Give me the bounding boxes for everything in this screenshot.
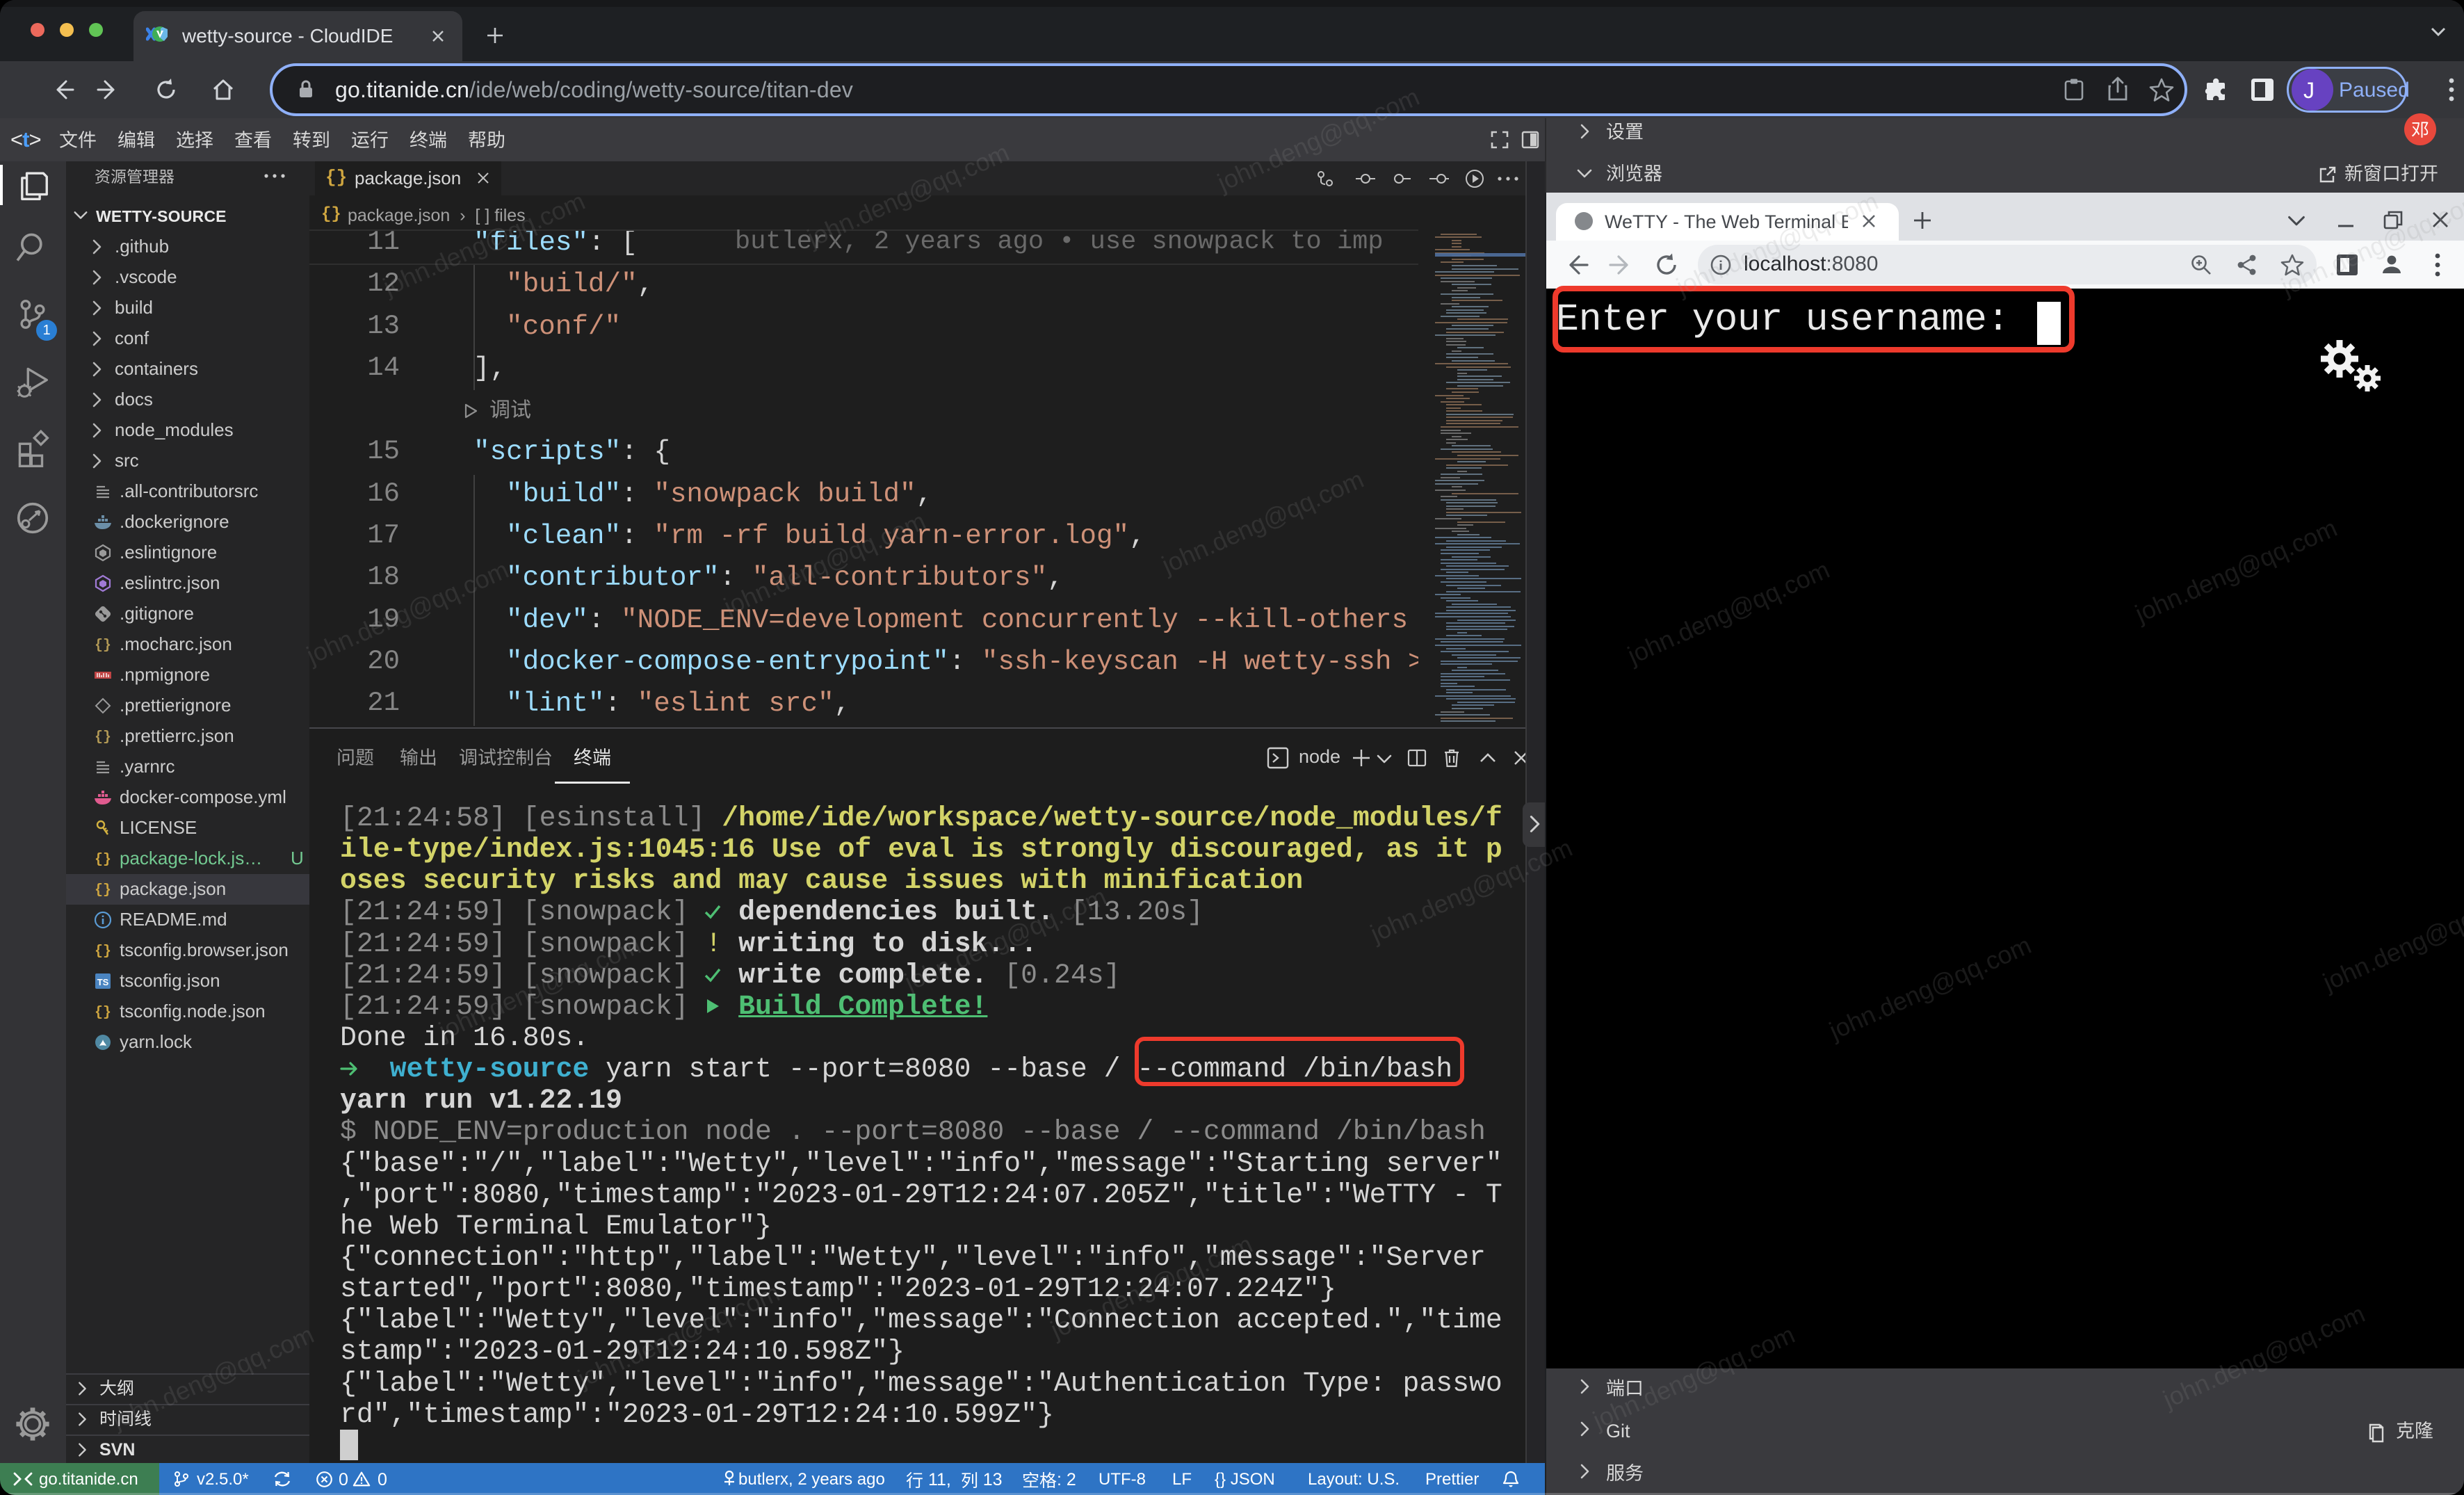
svg-text:{}: {} [95, 852, 111, 868]
svg-text:TS: TS [97, 977, 109, 987]
svg-text:{}: {} [95, 1005, 111, 1021]
svg-text:{}: {} [95, 729, 111, 745]
svg-text:{}: {} [95, 944, 111, 960]
svg-text:{}: {} [95, 638, 111, 654]
svg-text:{}: {} [95, 882, 111, 898]
